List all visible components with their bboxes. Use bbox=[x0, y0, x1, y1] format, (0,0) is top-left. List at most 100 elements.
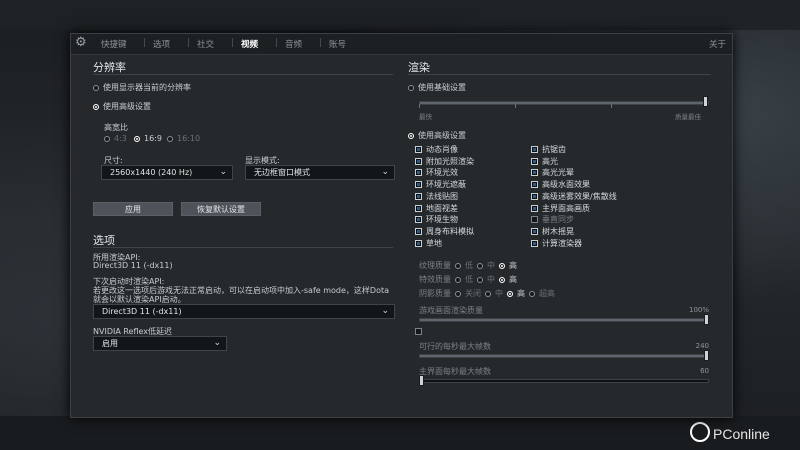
checkbox[interactable] bbox=[415, 216, 422, 224]
checkbox-row[interactable]: 抗锯齿 bbox=[531, 144, 566, 155]
reset-defaults-button[interactable]: 恢复默认设置 bbox=[181, 202, 261, 216]
radio-dot[interactable] bbox=[499, 262, 505, 269]
checkbox[interactable] bbox=[531, 169, 538, 177]
radio-use-advanced-res[interactable]: 使用高级设置 bbox=[93, 101, 151, 112]
radio-shadow-ultra[interactable]: 超高 bbox=[529, 288, 555, 299]
checkbox-row[interactable]: 高光 bbox=[531, 156, 558, 167]
checkbox[interactable] bbox=[415, 227, 422, 235]
render-title: 渲染 bbox=[408, 61, 430, 74]
checkbox-row[interactable]: 高级迷雾效果/焦散线 bbox=[531, 191, 617, 202]
radio-dot[interactable] bbox=[477, 262, 483, 269]
checkbox-row[interactable]: 草地 bbox=[415, 238, 442, 249]
radio-shadow-mid[interactable]: 中 bbox=[485, 288, 503, 299]
radio-dot[interactable] bbox=[134, 135, 140, 142]
checkbox-row[interactable]: 树木摇晃 bbox=[531, 226, 574, 237]
radio-texture-low[interactable]: 低 bbox=[455, 260, 473, 271]
reflex-select[interactable]: 启用 ⌄ bbox=[93, 336, 227, 351]
checkbox-row[interactable]: 环境光遮蔽 bbox=[415, 179, 466, 190]
radio-use-advanced-render[interactable]: 使用高级设置 bbox=[408, 130, 466, 141]
slider-knob[interactable] bbox=[703, 96, 708, 107]
radio-dot[interactable] bbox=[507, 290, 513, 297]
next-api-select[interactable]: Direct3D 11 (-dx11) ⌄ bbox=[93, 304, 395, 319]
radio-aspect-16-10[interactable]: 16:10 bbox=[167, 134, 200, 143]
radio-shadow-off[interactable]: 关闭 bbox=[455, 288, 481, 299]
tab-video[interactable]: 视频 bbox=[241, 38, 258, 50]
tab-account[interactable]: 账号 bbox=[329, 38, 346, 50]
checkbox-row[interactable]: 地面视差 bbox=[415, 203, 458, 214]
radio-dot[interactable] bbox=[477, 276, 483, 283]
checkbox-row[interactable]: 高光光晕 bbox=[531, 167, 574, 178]
checkbox-row[interactable]: 附加光照渲染 bbox=[415, 156, 474, 167]
checkbox[interactable] bbox=[531, 157, 538, 165]
checkbox-row[interactable]: 计算渲染器 bbox=[531, 238, 582, 249]
about-link[interactable]: 关于 bbox=[709, 38, 726, 50]
checkbox[interactable] bbox=[531, 204, 538, 212]
checkbox-row[interactable]: 垂直同步 bbox=[531, 214, 574, 225]
checkbox[interactable] bbox=[415, 157, 422, 165]
max-fps-slider[interactable] bbox=[419, 354, 709, 358]
checkbox-row[interactable]: 周身布料模拟 bbox=[415, 226, 474, 237]
tab-hotkeys[interactable]: 快捷键 bbox=[101, 38, 127, 50]
radio-use-basic-render[interactable]: 使用基础设置 bbox=[408, 82, 466, 93]
checkbox-row[interactable]: 主界面高画质 bbox=[531, 203, 590, 214]
radio-dot[interactable] bbox=[499, 276, 505, 283]
radio-effects-low[interactable]: 低 bbox=[455, 274, 473, 285]
watermark-logo-icon bbox=[690, 422, 710, 442]
apply-button[interactable]: 应用 bbox=[93, 202, 173, 216]
tab-options[interactable]: 选项 bbox=[153, 38, 170, 50]
radio-dot[interactable] bbox=[455, 276, 461, 283]
checkbox-row[interactable]: 环境生物 bbox=[415, 214, 458, 225]
settings-nav: ⚙ 快捷键 | 选项 | 社交 | 视频 | 音频 | 账号 关于 bbox=[71, 34, 732, 55]
radio-use-display-res[interactable]: 使用显示器当前的分辨率 bbox=[93, 82, 191, 93]
gear-icon[interactable]: ⚙ bbox=[75, 36, 89, 50]
basic-quality-slider[interactable] bbox=[419, 101, 709, 105]
checkbox[interactable] bbox=[415, 204, 422, 212]
checkbox-row[interactable]: 环境光效 bbox=[415, 167, 458, 178]
checkbox-row[interactable]: 高级水面效果 bbox=[531, 179, 590, 190]
display-mode-select[interactable]: 无边框窗口模式 ⌄ bbox=[245, 165, 395, 180]
radio-texture-mid[interactable]: 中 bbox=[477, 260, 495, 271]
radio-aspect-4-3[interactable]: 4:3 bbox=[104, 134, 127, 143]
checkbox-row[interactable]: 动态肖像 bbox=[415, 144, 458, 155]
radio-shadow-high[interactable]: 高 bbox=[507, 288, 525, 299]
checkbox[interactable] bbox=[415, 181, 422, 189]
menu-fps-slider[interactable] bbox=[419, 379, 709, 383]
checkbox-label: 主界面高画质 bbox=[542, 203, 590, 213]
radio-aspect-16-9[interactable]: 16:9 bbox=[134, 134, 162, 143]
radio-dot[interactable] bbox=[93, 103, 99, 110]
screen-quality-slider[interactable] bbox=[419, 318, 709, 322]
tab-audio[interactable]: 音频 bbox=[285, 38, 302, 50]
slider-knob[interactable] bbox=[419, 375, 424, 386]
size-select[interactable]: 2560x1440 (240 Hz) ⌄ bbox=[101, 165, 233, 180]
checkbox-row[interactable]: 法线贴图 bbox=[415, 191, 458, 202]
radio-dot[interactable] bbox=[455, 262, 461, 269]
checkbox[interactable] bbox=[415, 192, 422, 200]
radio-dot[interactable] bbox=[93, 84, 99, 91]
checkbox[interactable] bbox=[531, 181, 538, 189]
radio-dot[interactable] bbox=[408, 132, 414, 139]
faded-checkbox-row[interactable] bbox=[415, 328, 422, 335]
tab-social[interactable]: 社交 bbox=[197, 38, 214, 50]
radio-dot[interactable] bbox=[485, 290, 491, 297]
checkbox[interactable] bbox=[415, 239, 422, 247]
checkbox[interactable] bbox=[531, 216, 538, 224]
radio-dot[interactable] bbox=[104, 135, 110, 142]
radio-dot[interactable] bbox=[455, 290, 461, 297]
checkbox[interactable] bbox=[415, 328, 422, 335]
radio-texture-high[interactable]: 高 bbox=[499, 260, 517, 271]
radio-effects-high[interactable]: 高 bbox=[499, 274, 517, 285]
radio-dot[interactable] bbox=[408, 84, 414, 91]
radio-dot[interactable] bbox=[167, 135, 173, 142]
radio-effects-mid[interactable]: 中 bbox=[477, 274, 495, 285]
checkbox[interactable] bbox=[531, 239, 538, 247]
radio-dot[interactable] bbox=[529, 290, 535, 297]
slider-knob[interactable] bbox=[704, 350, 709, 361]
checkbox-label: 高级水面效果 bbox=[542, 180, 590, 190]
slider-knob[interactable] bbox=[704, 314, 709, 325]
texture-quality-label: 纹理质量 bbox=[419, 261, 451, 270]
checkbox[interactable] bbox=[531, 146, 538, 153]
checkbox[interactable] bbox=[415, 146, 422, 153]
checkbox[interactable] bbox=[531, 192, 538, 200]
checkbox[interactable] bbox=[415, 169, 422, 177]
checkbox[interactable] bbox=[531, 227, 538, 235]
